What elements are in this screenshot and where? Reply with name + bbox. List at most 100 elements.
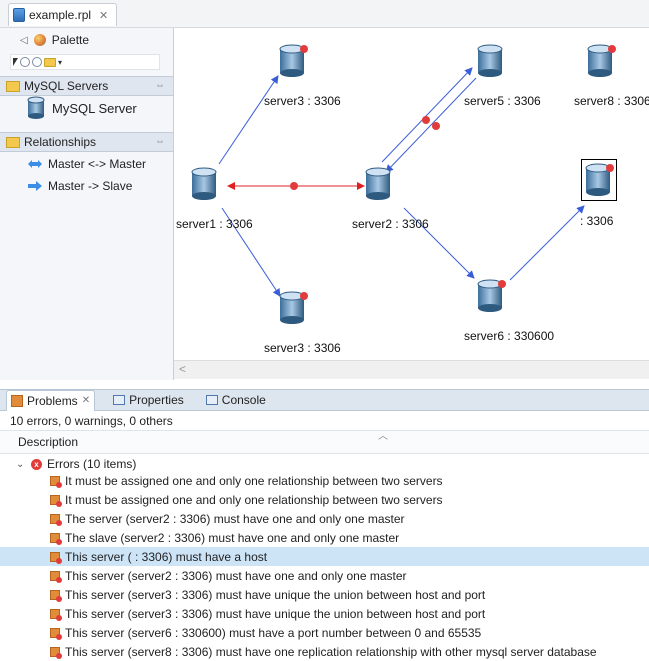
palette-item-master-slave[interactable]: Master -> Slave (28, 176, 132, 196)
problem-row[interactable]: It must be assigned one and only one rel… (0, 490, 649, 509)
mysql-db-icon (365, 167, 391, 200)
drawer-label: Relationships (24, 135, 97, 149)
double-arrow-icon (28, 160, 42, 168)
edge-server6-selected[interactable] (509, 205, 585, 281)
bottom-tab-bar: Problems ✕ Properties Console (0, 389, 649, 411)
edge-server5-server2[interactable] (385, 77, 477, 173)
close-icon[interactable]: ✕ (82, 395, 90, 406)
error-marker-icon (50, 513, 62, 526)
zoom-in-icon[interactable] (20, 57, 30, 67)
connections-layer (218, 67, 585, 297)
node-server3-bottom[interactable] (278, 290, 308, 326)
error-icon (432, 122, 440, 130)
problem-text: It must be assigned one and only one rel… (65, 473, 443, 488)
scroll-left-icon[interactable]: < (179, 362, 186, 376)
palette-item-label: Master <-> Master (48, 157, 147, 171)
note-folder-icon[interactable] (44, 57, 56, 67)
edge-server1-server3-top[interactable] (218, 75, 279, 165)
error-icon (606, 164, 614, 172)
palette-icon (33, 34, 46, 46)
chevron-down-icon[interactable]: ⌄ (16, 459, 26, 470)
problem-row[interactable]: This server (server6 : 330600) must have… (0, 623, 649, 642)
rpl-file-icon (13, 8, 25, 22)
error-icon (290, 182, 298, 190)
mysql-db-icon (279, 44, 308, 77)
problem-row[interactable]: This server (server8 : 3306) must have o… (0, 642, 649, 661)
pin-icon[interactable]: ⇔ (155, 80, 165, 91)
error-marker-icon (50, 570, 62, 583)
node-label: server1 : 3306 (176, 217, 253, 231)
error-marker-icon (50, 627, 62, 640)
error-icon (300, 45, 308, 53)
mysql-db-icon (279, 291, 308, 324)
node-server3-top[interactable] (278, 43, 308, 79)
node-server6[interactable] (476, 278, 506, 314)
error-marker-icon (50, 608, 62, 621)
problem-row[interactable]: This server (server3 : 3306) must have u… (0, 585, 649, 604)
problem-row[interactable]: This server (server3 : 3306) must have u… (0, 604, 649, 623)
error-marker-icon (50, 475, 62, 488)
tab-properties[interactable]: Properties (109, 390, 188, 410)
drawer-label: MySQL Servers (24, 79, 109, 93)
palette-panel: ◁ Palette ▾ MySQL Servers ⇔ MySQL Server… (0, 28, 174, 380)
mysql-db-icon (477, 44, 503, 77)
error-marker-icon (50, 646, 62, 659)
error-icon (422, 116, 430, 124)
problem-row[interactable]: The slave (server2 : 3306) must have one… (0, 528, 649, 547)
dropdown-icon[interactable]: ▾ (58, 58, 62, 67)
node-label: server3 : 3306 (264, 341, 341, 355)
column-label: Description (18, 435, 79, 449)
problems-icon (11, 394, 23, 407)
tab-label: Problems (27, 393, 78, 408)
zoom-out-icon[interactable] (32, 57, 42, 67)
problems-summary: 10 errors, 0 warnings, 0 others (10, 414, 173, 428)
tab-console[interactable]: Console (202, 390, 270, 410)
tab-problems[interactable]: Problems ✕ (6, 389, 96, 411)
problem-text: The slave (server2 : 3306) must have one… (65, 530, 400, 545)
pin-icon[interactable]: ⇔ (155, 136, 165, 147)
tab-label: Properties (129, 393, 184, 407)
editor-tab-example[interactable]: example.rpl ✕ (8, 3, 118, 26)
problem-text: This server (server3 : 3306) must have u… (65, 587, 486, 602)
error-marker-icon (50, 551, 62, 564)
node-server2[interactable] (364, 166, 394, 202)
editor-tab-bar: example.rpl ✕ (0, 0, 649, 28)
palette-header: ◁ Palette (0, 28, 173, 52)
node-label: server3 : 3306 (264, 94, 341, 108)
node-server5[interactable] (476, 43, 506, 79)
edge-server2-server5[interactable] (381, 67, 473, 163)
problem-text: This server ( : 3306) must have a host (65, 549, 268, 564)
close-icon[interactable]: ✕ (99, 9, 108, 22)
column-header-description[interactable]: Description ︿ (0, 430, 649, 454)
horizontal-scrollbar[interactable]: < (174, 360, 649, 379)
node-label: server5 : 3306 (464, 94, 541, 108)
node-selected[interactable] (581, 159, 617, 201)
palette-title: Palette (51, 33, 90, 47)
mysql-db-icon (27, 96, 45, 119)
drawer-relationships[interactable]: Relationships ⇔ (0, 132, 173, 152)
problem-row-selected[interactable]: This server ( : 3306) must have a host (0, 547, 649, 566)
problem-row[interactable]: The server (server2 : 3306) must have on… (0, 509, 649, 528)
properties-icon (113, 395, 126, 405)
tab-label: Console (221, 393, 266, 407)
palette-toolbar: ▾ (10, 54, 160, 70)
mysql-db-icon (191, 167, 217, 200)
node-server8[interactable] (586, 43, 616, 79)
palette-item-mysql-server[interactable]: MySQL Server (26, 96, 137, 120)
problem-row[interactable]: This server (server2 : 3306) must have o… (0, 566, 649, 585)
problem-row[interactable]: It must be assigned one and only one rel… (0, 471, 649, 490)
error-marker-icon (50, 589, 62, 602)
problem-text: This server (server3 : 3306) must have u… (65, 606, 486, 621)
console-icon (205, 395, 218, 405)
collapse-palette-icon[interactable]: ◁ (20, 35, 28, 46)
folder-icon (6, 80, 20, 92)
diagram-canvas[interactable]: server3 : 3306 server5 : 3306 server8 : … (174, 28, 649, 360)
palette-item-master-master[interactable]: Master <-> Master (28, 154, 146, 174)
node-label: server8 : 3306 (574, 94, 649, 108)
palette-item-label: Master -> Slave (48, 179, 133, 193)
node-server1[interactable] (190, 166, 220, 202)
select-arrow-icon[interactable] (13, 58, 18, 66)
problem-text: This server (server8 : 3306) must have o… (65, 644, 597, 659)
error-icon (498, 280, 506, 288)
drawer-mysql-servers[interactable]: MySQL Servers ⇔ (0, 76, 173, 96)
